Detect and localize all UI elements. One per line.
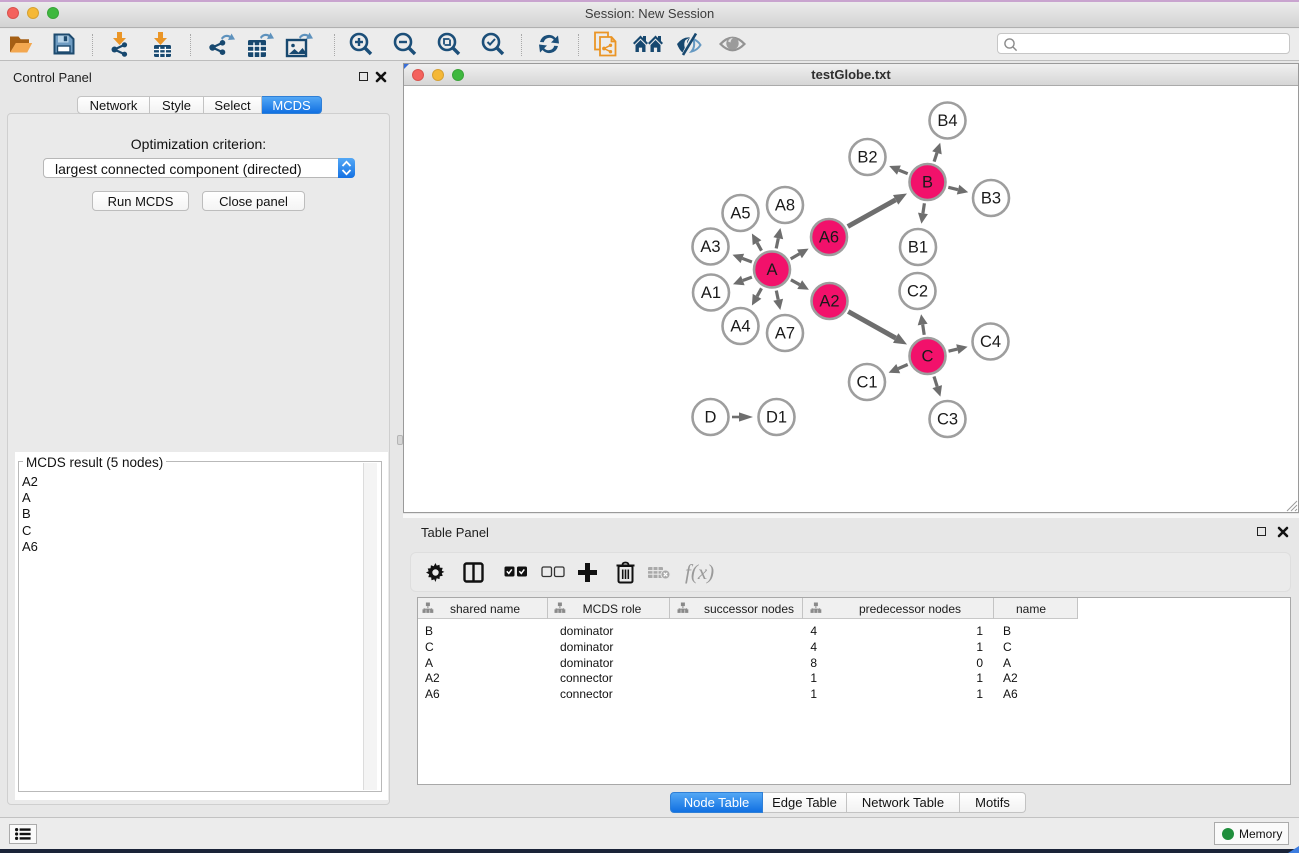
- svg-text:A3: A3: [700, 238, 720, 256]
- svg-text:A5: A5: [730, 205, 750, 223]
- svg-text:successor nodes: successor nodes: [704, 602, 794, 616]
- svg-text:B3: B3: [981, 190, 1001, 208]
- svg-text:name: name: [1016, 602, 1046, 616]
- svg-text:B4: B4: [937, 112, 957, 130]
- svg-text:A1: A1: [701, 284, 721, 302]
- svg-text:C4: C4: [980, 333, 1001, 351]
- svg-text:shared name: shared name: [450, 602, 520, 616]
- svg-text:D1: D1: [766, 409, 787, 427]
- svg-text:A4: A4: [730, 318, 750, 336]
- svg-text:C: C: [922, 348, 934, 366]
- svg-text:predecessor nodes: predecessor nodes: [859, 602, 961, 616]
- svg-text:A7: A7: [775, 325, 795, 343]
- svg-text:A8: A8: [775, 197, 795, 215]
- svg-text:A6: A6: [819, 229, 839, 247]
- svg-text:D: D: [705, 409, 717, 427]
- svg-text:MCDS role: MCDS role: [583, 602, 642, 616]
- svg-text:C1: C1: [856, 374, 877, 392]
- svg-text:B1: B1: [908, 239, 928, 257]
- svg-text:C2: C2: [907, 283, 928, 301]
- svg-text:C3: C3: [937, 411, 958, 429]
- svg-text:A2: A2: [819, 293, 839, 311]
- svg-text:B2: B2: [857, 149, 877, 167]
- svg-text:B: B: [922, 174, 933, 192]
- svg-text:A: A: [766, 261, 777, 279]
